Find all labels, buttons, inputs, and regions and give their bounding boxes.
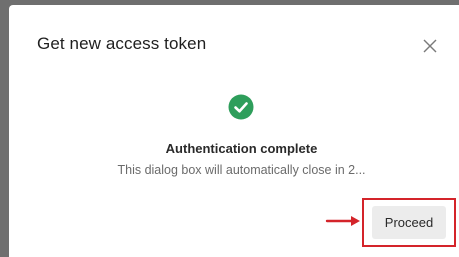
arrow-right-icon	[325, 216, 360, 226]
close-button[interactable]	[419, 35, 441, 57]
close-icon	[423, 39, 437, 53]
access-token-dialog: Get new access token Authentication comp…	[9, 5, 459, 257]
proceed-button[interactable]: Proceed	[372, 206, 446, 239]
status-heading: Authentication complete	[165, 141, 318, 156]
status-message: This dialog box will automatically close…	[117, 163, 366, 177]
check-circle-icon	[228, 94, 254, 120]
dialog-title: Get new access token	[37, 34, 207, 53]
